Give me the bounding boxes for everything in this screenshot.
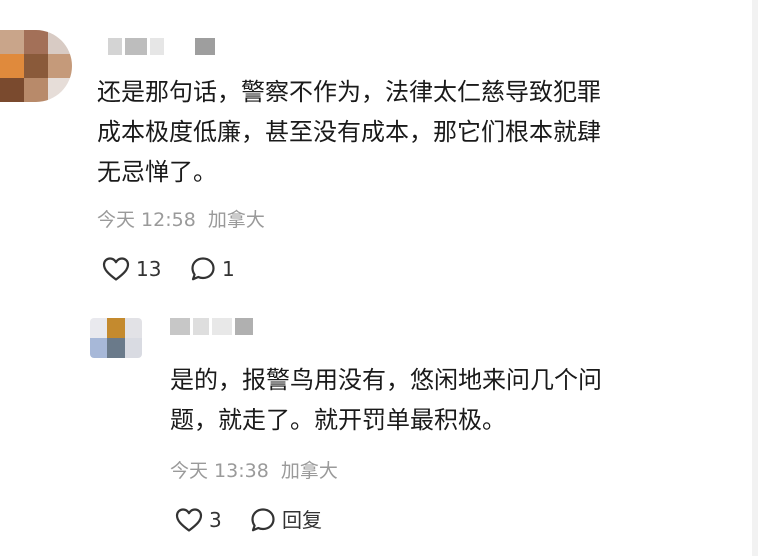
avatar[interactable] [0, 30, 72, 102]
like-button[interactable]: 13 [102, 256, 161, 282]
comment-time: 今天 12:58 [97, 209, 196, 231]
reply-location: 加拿大 [280, 460, 338, 482]
reply-username-obscured[interactable] [170, 318, 253, 335]
reply-like-count: 3 [209, 508, 222, 532]
comment-meta: 今天 12:58 加拿大 [97, 208, 265, 232]
heart-outline-icon [175, 508, 203, 532]
reply-like-button[interactable]: 3 [175, 507, 222, 533]
reply-label: 回复 [282, 508, 322, 532]
speech-bubble-icon [191, 257, 215, 281]
reply-avatar[interactable] [90, 318, 142, 358]
reply-time: 今天 13:38 [170, 460, 269, 482]
reply-text-line: 题，就走了。就开罚单最积极。 [170, 406, 506, 434]
comment-text-line: 成本极度低廉，甚至没有成本，那它们根本就肆 [97, 118, 601, 146]
comment-text-line: 还是那句话，警察不作为，法律太仁慈导致犯罪 [97, 78, 601, 106]
speech-bubble-icon [251, 508, 275, 532]
comment-thread: 还是那句话，警察不作为，法律太仁慈导致犯罪 成本极度低廉，甚至没有成本，那它们根… [0, 0, 758, 556]
reply-meta: 今天 13:38 加拿大 [170, 459, 338, 483]
scrollbar[interactable] [752, 0, 758, 556]
comment-location: 加拿大 [207, 209, 265, 231]
reply-count-button[interactable]: 1 [190, 256, 235, 282]
comment-text-line: 无忌惮了。 [97, 158, 217, 186]
like-count: 13 [136, 257, 162, 281]
username-obscured[interactable] [108, 38, 215, 55]
heart-outline-icon [102, 257, 130, 281]
reply-button[interactable]: 回复 [250, 507, 322, 533]
reply-count: 1 [222, 257, 235, 281]
reply-text-line: 是的，报警鸟用没有，悠闲地来问几个问 [170, 366, 602, 394]
